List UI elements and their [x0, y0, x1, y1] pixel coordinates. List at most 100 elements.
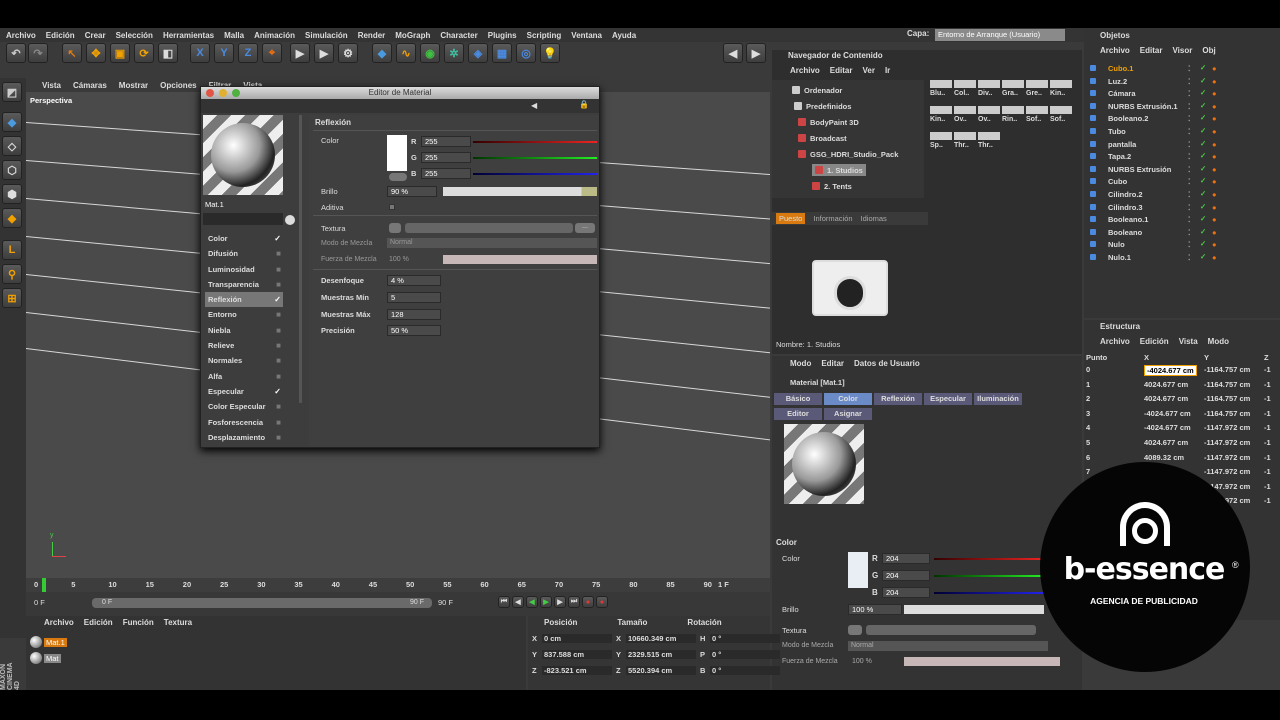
channel-alfa[interactable]: Alfa ■ — [205, 369, 283, 384]
channel-checkbox[interactable]: ■ — [276, 402, 281, 411]
cb-tab-informacion[interactable]: Información — [813, 214, 852, 223]
channel-checkbox[interactable]: ✓ — [274, 234, 281, 243]
preset-thumbnail[interactable]: Gre.. — [1026, 80, 1048, 104]
structure-row[interactable]: 5 4024.677 cm -1147.972 cm -1 — [1086, 438, 1280, 453]
end-frame[interactable]: 90 F — [438, 598, 453, 607]
structure-row[interactable]: 6 4089.32 cm -1147.972 cm -1 — [1086, 453, 1280, 468]
lock-icon[interactable]: 🔒 — [579, 100, 589, 109]
structure-cell[interactable]: -1 — [1264, 423, 1271, 432]
structure-cell[interactable]: 4024.677 cm — [1144, 394, 1188, 403]
tree-item-1-studios[interactable]: 1. Studios — [812, 164, 866, 176]
attr-tab-color[interactable]: Color — [824, 393, 872, 405]
structure-cell[interactable]: 6 — [1086, 453, 1090, 462]
tree-item-predefinidos[interactable]: Predefinidos — [794, 100, 851, 112]
attr-tab-especular[interactable]: Especular — [924, 393, 972, 405]
structure-cell[interactable]: -1147.972 cm — [1204, 423, 1250, 432]
visibility-dots-icon[interactable]: ⁚ — [1188, 89, 1190, 98]
channel-checkbox[interactable]: ■ — [276, 265, 281, 274]
name-field[interactable] — [203, 213, 283, 225]
channel-difusion[interactable]: Difusión ■ — [205, 246, 283, 261]
play-icon[interactable]: ▶ — [540, 596, 552, 608]
zoom-icon[interactable] — [232, 89, 240, 97]
texture-browse-button[interactable]: ... — [575, 223, 595, 233]
structure-cell[interactable]: -1 — [1264, 438, 1271, 447]
coord-field[interactable]: 0 ° — [710, 650, 780, 659]
channel-entorno[interactable]: Entorno ■ — [205, 307, 283, 322]
visibility-dots-icon[interactable]: ⁚ — [1188, 102, 1190, 111]
object-row[interactable]: Cilindro.3 ⁚ ✓ ● — [1088, 202, 1278, 215]
structure-cell[interactable]: -4024.677 cm — [1144, 365, 1197, 376]
enabled-check-icon[interactable]: ✓ — [1200, 88, 1206, 97]
channel-relieve[interactable]: Relieve ■ — [205, 338, 283, 353]
tweak-mode-icon[interactable]: ⚲ — [2, 264, 22, 284]
redo-icon[interactable]: ↷ — [28, 43, 48, 63]
structure-row[interactable]: 1 4024.677 cm -1164.757 cm -1 — [1086, 380, 1280, 395]
fuerza-value[interactable]: 100 % — [389, 256, 409, 263]
structure-cell[interactable]: -1 — [1264, 380, 1271, 389]
tag-icon[interactable]: ● — [1212, 228, 1217, 237]
enabled-check-icon[interactable]: ✓ — [1200, 176, 1206, 185]
arrow-right-icon[interactable]: ▶ — [746, 43, 766, 63]
play-back-icon[interactable]: ◀ — [526, 596, 538, 608]
material-name[interactable]: Mat.1 — [205, 200, 224, 209]
structure-cell[interactable]: 7 — [1086, 467, 1090, 476]
structure-cell[interactable]: -1 — [1264, 394, 1271, 403]
visibility-dots-icon[interactable]: ⁚ — [1188, 177, 1190, 186]
object-row[interactable]: Cubo ⁚ ✓ ● — [1088, 176, 1278, 189]
coord-field[interactable]: 0 ° — [710, 666, 780, 675]
structure-menu-modo[interactable]: Modo — [1208, 337, 1229, 346]
attr-b-slider[interactable] — [934, 592, 1044, 594]
channel-desplazamiento[interactable]: Desplazamiento ■ — [205, 430, 283, 445]
enabled-check-icon[interactable]: ✓ — [1200, 113, 1206, 122]
tag-icon[interactable]: ● — [1212, 140, 1217, 149]
object-row[interactable]: pantalla ⁚ ✓ ● — [1088, 139, 1278, 152]
structure-cell[interactable]: -1164.757 cm — [1204, 365, 1250, 374]
channel-reflexion[interactable]: Reflexión ✓ — [205, 292, 283, 308]
channel-especular[interactable]: Especular ✓ — [205, 384, 283, 399]
structure-cell[interactable]: 4089.32 cm — [1144, 453, 1184, 462]
visibility-dots-icon[interactable]: ⁚ — [1188, 190, 1190, 199]
tree-item-broadcast[interactable]: Broadcast — [798, 132, 847, 144]
preset-thumbnail[interactable]: Sof.. — [1050, 106, 1072, 130]
visibility-dots-icon[interactable]: ⁚ — [1188, 114, 1190, 123]
visibility-dots-icon[interactable]: ⁚ — [1188, 64, 1190, 73]
prev-key-icon[interactable]: ◀ — [512, 596, 524, 608]
object-row[interactable]: Cubo.1 ⁚ ✓ ● — [1088, 63, 1278, 76]
object-row[interactable]: Tapa.2 ⁚ ✓ ● — [1088, 151, 1278, 164]
structure-cell[interactable]: 4024.677 cm — [1144, 438, 1188, 447]
coord-field[interactable]: 0 cm — [542, 634, 612, 643]
object-row[interactable]: Booleano ⁚ ✓ ● — [1088, 227, 1278, 240]
tag-icon[interactable]: ● — [1212, 89, 1217, 98]
structure-cell[interactable]: 5 — [1086, 438, 1090, 447]
recent-tool-icon[interactable]: ◧ — [158, 43, 178, 63]
object-row[interactable]: Nulo.1 ⁚ ✓ ● — [1088, 252, 1278, 265]
structure-cell[interactable]: -1 — [1264, 365, 1271, 374]
coord-field[interactable]: 2329.515 cm — [626, 650, 696, 659]
select-tool-icon[interactable]: ↖ — [62, 43, 82, 63]
color-picker-button[interactable] — [389, 173, 407, 181]
color-swatch[interactable] — [387, 135, 407, 171]
tree-item-ordenador[interactable]: Ordenador — [792, 84, 842, 96]
preset-thumbnail[interactable]: Sof.. — [1026, 106, 1048, 130]
render-picture-icon[interactable]: ▶ — [314, 43, 334, 63]
first-frame-icon[interactable]: ⏮ — [498, 596, 510, 608]
attr-tab-reflexion[interactable]: Reflexión — [874, 393, 922, 405]
structure-cell[interactable]: -1 — [1264, 482, 1271, 491]
enabled-check-icon[interactable]: ✓ — [1200, 101, 1206, 110]
preset-thumbnail[interactable]: Div.. — [978, 80, 1000, 104]
render-settings-icon[interactable]: ⚙ — [338, 43, 358, 63]
enabled-check-icon[interactable]: ✓ — [1200, 126, 1206, 135]
channel-normales[interactable]: Normales ■ — [205, 353, 283, 368]
polygons-mode-icon[interactable]: ◆ — [2, 208, 22, 228]
visibility-dots-icon[interactable]: ⁚ — [1188, 253, 1190, 262]
tree-item-bodypaint-3d[interactable]: BodyPaint 3D — [798, 116, 859, 128]
channel-checkbox[interactable]: ■ — [276, 341, 281, 350]
r-slider[interactable] — [473, 141, 597, 143]
enabled-check-icon[interactable]: ✓ — [1200, 151, 1206, 160]
cube-primitive-icon[interactable]: ◆ — [372, 43, 392, 63]
b-field[interactable]: 255 — [421, 168, 471, 179]
texture-field[interactable] — [405, 223, 573, 233]
visibility-dots-icon[interactable]: ⁚ — [1188, 228, 1190, 237]
aditiva-checkbox[interactable] — [389, 204, 395, 210]
attr-texture-field[interactable] — [866, 625, 1036, 635]
